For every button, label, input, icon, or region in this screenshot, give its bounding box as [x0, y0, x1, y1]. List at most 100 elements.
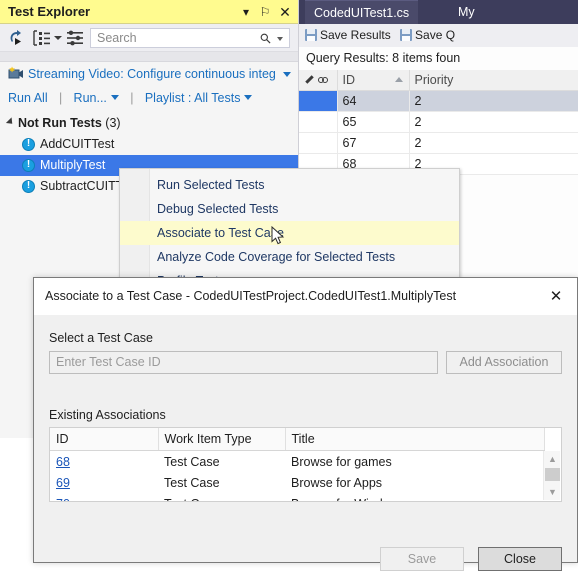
not-run-test-icon	[22, 158, 35, 172]
existing-associations-list[interactable]: ID Work Item Type Title 68 Test Case Bro…	[49, 427, 562, 502]
expander-icon[interactable]	[5, 117, 16, 127]
assoc-cell-id: 68	[50, 450, 158, 472]
scroll-up-icon[interactable]: ▲	[544, 451, 561, 467]
cell-id: 64	[337, 90, 410, 112]
test-explorer-progress-bar	[0, 52, 298, 62]
assoc-cell-id: 70	[50, 493, 158, 502]
list-item[interactable]: AddCUITTest	[0, 134, 298, 155]
playlist-dropdown-link[interactable]: Playlist : All Tests	[145, 87, 253, 109]
chevron-down-icon[interactable]: ▾	[237, 0, 255, 24]
work-item-link[interactable]: 68	[56, 455, 70, 469]
pin-icon[interactable]: ⚐	[256, 0, 274, 24]
cell-priority: 2	[409, 132, 578, 154]
continuous-integration-banner[interactable]: Streaming Video: Configure continuous in…	[0, 63, 298, 85]
table-row[interactable]: 70 Test Case Browse for Windows apps	[50, 493, 544, 502]
ci-banner-label: Streaming Video: Configure continuous in…	[28, 67, 276, 81]
table-row[interactable]: 64 2	[299, 90, 578, 112]
assoc-cell-title: Browse for Apps	[285, 472, 544, 493]
tree-group-count: (3)	[105, 116, 121, 130]
assoc-col-id[interactable]: ID	[50, 428, 159, 451]
not-run-test-icon	[22, 179, 35, 193]
tab-my[interactable]: My	[449, 0, 484, 24]
chevron-down-icon[interactable]	[54, 36, 62, 40]
run-all-link[interactable]: Run All	[8, 87, 48, 109]
menu-item-associate-to-test-case[interactable]: Associate to Test Case	[120, 221, 459, 245]
save-button[interactable]: Save	[380, 547, 464, 571]
test-settings-icon[interactable]	[66, 29, 84, 47]
grid-col-id-label: ID	[342, 73, 356, 87]
close-icon[interactable]: ✕	[276, 0, 294, 24]
table-row[interactable]: 67 2	[299, 132, 578, 154]
test-case-id-placeholder: Enter Test Case ID	[56, 355, 161, 369]
query-results-grid[interactable]: ID Priority 64 2 65 2 67 2 68 2	[299, 70, 578, 175]
scroll-down-icon[interactable]: ▼	[544, 484, 561, 500]
assoc-header-row: ID Work Item Type Title	[50, 428, 545, 451]
menu-item-run-selected-tests[interactable]: Run Selected Tests	[120, 173, 459, 197]
select-test-case-label: Select a Test Case	[49, 331, 153, 345]
query-results-status: Query Results: 8 items foun	[299, 47, 578, 70]
document-tab-strip: CodedUITest1.cs My	[299, 0, 578, 24]
test-case-id-input[interactable]: Enter Test Case ID	[49, 351, 438, 374]
tree-group-label: Not Run Tests	[18, 116, 102, 130]
context-menu: Run Selected Tests Debug Selected Tests …	[119, 168, 460, 285]
search-icon	[260, 33, 271, 44]
run-tests-icon[interactable]	[8, 29, 26, 47]
menu-item-debug-selected-tests[interactable]: Debug Selected Tests	[120, 197, 459, 221]
tree-group-not-run-tests[interactable]: Not Run Tests (3)	[0, 113, 298, 134]
row-selector[interactable]	[299, 132, 338, 154]
add-association-button[interactable]: Add Association	[446, 351, 562, 374]
table-row[interactable]: 69 Test Case Browse for Apps	[50, 472, 544, 493]
tab-codeduitest1-cs[interactable]: CodedUITest1.cs	[305, 0, 419, 24]
run-dropdown-label: Run...	[73, 91, 107, 105]
save-query-button[interactable]: Save Q	[400, 24, 455, 47]
scrollbar-thumb[interactable]	[545, 468, 560, 481]
assoc-cell-title: Browse for Windows apps	[285, 493, 544, 501]
chevron-down-icon[interactable]	[283, 72, 291, 77]
cell-priority: 2	[409, 111, 578, 133]
group-by-icon[interactable]	[32, 29, 52, 47]
search-input[interactable]: Search	[90, 28, 290, 48]
cell-id: 67	[337, 132, 410, 154]
table-row[interactable]: 65 2	[299, 111, 578, 133]
table-row[interactable]: 68 Test Case Browse for games	[50, 450, 544, 472]
separator: |	[58, 91, 63, 105]
row-selector[interactable]	[299, 111, 338, 133]
save-query-label: Save Q	[415, 28, 456, 42]
test-explorer-toolbar: Search	[0, 24, 298, 52]
assoc-cell-type: Test Case	[158, 493, 285, 501]
dialog-titlebar: Associate to a Test Case - CodedUITestPr…	[34, 278, 577, 315]
save-results-label: Save Results	[320, 28, 391, 42]
cell-id: 65	[337, 111, 410, 133]
associate-test-case-dialog: Associate to a Test Case - CodedUITestPr…	[33, 277, 578, 571]
grid-col-id[interactable]: ID	[337, 70, 410, 91]
not-run-test-icon	[22, 137, 35, 151]
dialog-title: Associate to a Test Case - CodedUITestPr…	[45, 289, 457, 303]
test-name: AddCUITTest	[40, 137, 115, 151]
chevron-down-icon[interactable]	[277, 37, 283, 41]
grid-col-priority[interactable]: Priority	[409, 70, 578, 91]
search-placeholder: Search	[97, 31, 137, 45]
save-icon	[400, 29, 413, 41]
close-icon[interactable]: ✕	[541, 284, 571, 310]
row-selector[interactable]	[299, 90, 338, 112]
assoc-cell-type: Test Case	[158, 450, 285, 472]
save-icon	[305, 29, 317, 41]
existing-associations-label: Existing Associations	[49, 408, 166, 422]
test-explorer-titlebar: Test Explorer ▾ ⚐ ✕	[0, 0, 298, 24]
dialog-body: Select a Test Case Enter Test Case ID Ad…	[34, 315, 577, 571]
run-dropdown-link[interactable]: Run...	[74, 87, 119, 109]
assoc-cell-id: 69	[50, 472, 158, 493]
work-item-link[interactable]: 70	[56, 497, 70, 502]
assoc-col-work-item-type[interactable]: Work Item Type	[158, 428, 286, 451]
streaming-video-icon	[8, 66, 23, 79]
pencil-icon	[304, 74, 315, 85]
sort-ascending-icon	[394, 77, 403, 82]
assoc-col-title[interactable]: Title	[285, 428, 545, 451]
menu-item-analyze-code-coverage[interactable]: Analyze Code Coverage for Selected Tests	[120, 245, 459, 269]
save-results-button[interactable]: Save Results	[305, 24, 391, 47]
close-button[interactable]: Close	[478, 547, 562, 571]
assoc-cell-type: Test Case	[158, 472, 285, 493]
list-scrollbar[interactable]: ▲ ▼	[543, 451, 560, 500]
test-explorer-command-links: Run All | Run... | Playlist : All Tests	[0, 87, 298, 109]
work-item-link[interactable]: 69	[56, 476, 70, 490]
